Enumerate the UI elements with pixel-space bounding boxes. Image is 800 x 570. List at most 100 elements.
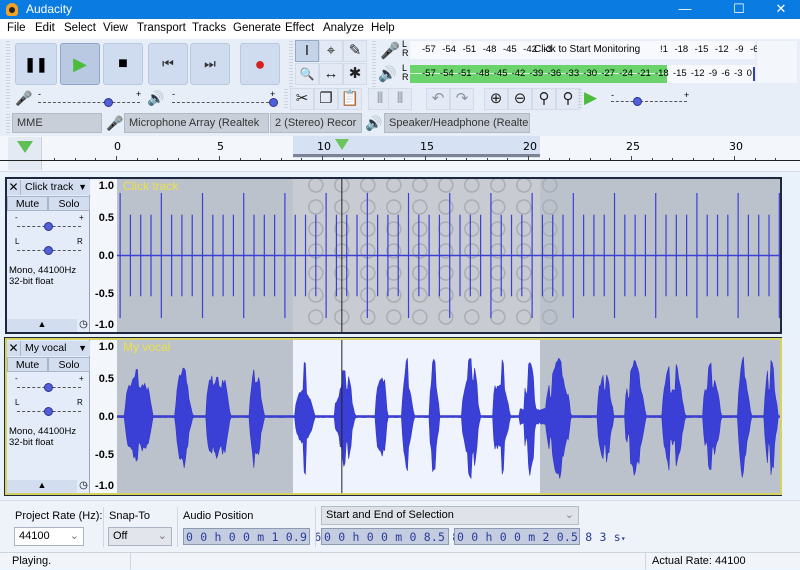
fit-project-button[interactable]: ⚲	[556, 88, 580, 110]
project-rate-label: Project Rate (Hz):	[15, 510, 103, 522]
copy-icon: ❐	[319, 90, 333, 107]
play-icon: ▶	[73, 54, 87, 74]
menu-generate[interactable]: Generate	[233, 22, 281, 34]
collapse-track-button[interactable]: ▲	[7, 319, 77, 332]
record-meter-mic-icon[interactable]: 🎤	[380, 41, 400, 61]
stop-button[interactable]: ■	[103, 43, 143, 85]
gain-knob[interactable]	[44, 222, 53, 231]
track-control-panel: ✕ Click track ▼ Mute Solo - + L R Mono, 4…	[7, 179, 90, 332]
playback-peak-marker	[753, 67, 755, 81]
timeline-ruler[interactable]: 0 5 10 15 20 25 30	[0, 136, 800, 172]
audio-position-field[interactable]: 0 0 h 0 0 m 1 0.9 6 3 s▾	[183, 528, 355, 545]
collapse-track-button[interactable]: ▲	[7, 480, 77, 493]
playback-meter-speaker-icon[interactable]: 🔊	[378, 65, 397, 83]
ruler-tick-label: 0	[114, 140, 121, 153]
undo-button[interactable]: ↶	[426, 88, 450, 110]
menu-view[interactable]: View	[103, 22, 128, 34]
solo-button[interactable]: Solo	[48, 196, 90, 211]
menu-effect[interactable]: Effect	[285, 22, 314, 34]
envelope-tool-button[interactable]: ⌖	[319, 40, 343, 62]
pause-button[interactable]: ❚❚	[15, 43, 57, 85]
record-button[interactable]: ●	[240, 43, 280, 85]
vocal-track-waveform[interactable]: My vocal	[117, 340, 780, 493]
zoom-in-button[interactable]: ⊕	[484, 88, 508, 110]
ruler-tick-label: 10	[317, 140, 331, 153]
toolbar-grip[interactable]	[6, 41, 10, 87]
menu-edit[interactable]: Edit	[35, 22, 55, 34]
chevron-down-icon: ▼	[78, 182, 87, 192]
click-track-waveform[interactable]: Click track	[117, 179, 780, 332]
envelope-icon: ⌖	[326, 42, 336, 59]
paste-button[interactable]: 📋	[338, 88, 362, 110]
play-at-speed-button[interactable]: ▶	[584, 88, 597, 108]
recording-device-select[interactable]: Microphone Array (Realtek	[124, 113, 269, 133]
sync-lock-icon[interactable]: ◷	[77, 480, 90, 493]
selection-mode-select[interactable]: Start and End of Selection ⌄	[321, 506, 579, 525]
zoom-tool-button[interactable]: 🔍	[295, 63, 319, 85]
track-control-panel: ✕ My vocal ▼ Mute Solo - + L R Mono, 4410…	[7, 340, 90, 493]
playhead-marker[interactable]	[334, 139, 349, 150]
menu-transport[interactable]: Transport	[137, 22, 186, 34]
menu-help[interactable]: Help	[371, 22, 395, 34]
toolbar-grip[interactable]	[289, 41, 293, 87]
menu-file[interactable]: File	[7, 22, 26, 34]
zoom-out-button[interactable]: ⊖	[508, 88, 532, 110]
solo-button[interactable]: Solo	[48, 357, 90, 372]
track-close-button[interactable]: ✕	[7, 180, 21, 195]
snap-to-select[interactable]: Off ⌄	[108, 527, 172, 546]
play-button[interactable]: ▶	[60, 43, 100, 85]
cut-button[interactable]: ✂	[290, 88, 314, 110]
playback-volume-slider[interactable]	[172, 102, 274, 103]
track-name-menu[interactable]: My vocal ▼	[21, 341, 90, 356]
toolbar-grip[interactable]	[578, 89, 582, 109]
close-button[interactable]: ✕	[758, 0, 800, 19]
toolbar-grip[interactable]	[372, 41, 376, 87]
recording-channels-select[interactable]: 2 (Stereo) Recor	[270, 113, 362, 133]
time-shift-tool-button[interactable]: ↔	[319, 63, 343, 85]
maximize-button[interactable]: ☐	[716, 0, 762, 19]
selection-start-field[interactable]: 0 0 h 0 0 m 0 8.5 8 3 s▾	[321, 528, 493, 545]
mute-button[interactable]: Mute	[7, 357, 48, 372]
vertical-scrollbar[interactable]	[782, 172, 800, 500]
track-name-menu[interactable]: Click track ▼	[21, 180, 90, 195]
playback-device-select[interactable]: Speaker/Headphone (Realte	[384, 113, 530, 133]
click-track: ✕ Click track ▼ Mute Solo - + L R Mono, 4…	[5, 177, 782, 334]
draw-tool-button[interactable]: ✎	[343, 40, 367, 62]
selection-end-field[interactable]: 0 0 h 0 0 m 2 0.5 8 3 s▾	[454, 528, 626, 545]
play-speed-slider[interactable]	[611, 101, 687, 102]
audio-host-select[interactable]: MME	[12, 113, 102, 133]
playback-meter[interactable]: -57 -54 -51 -48 -45 -42 -39 -36 -33 -30 -27 -24 -21-…	[410, 65, 755, 83]
menu-analyze[interactable]: Analyze	[323, 22, 364, 34]
ruler-tick-label: 15	[420, 140, 434, 153]
skip-to-start-button[interactable]: ⏮	[148, 43, 188, 85]
pan-knob[interactable]	[44, 407, 53, 416]
copy-button[interactable]: ❐	[314, 88, 338, 110]
project-rate-select[interactable]: 44100 ⌄	[14, 527, 84, 546]
mute-button[interactable]: Mute	[7, 196, 48, 211]
toolbar-grip[interactable]	[6, 114, 10, 134]
skip-to-end-button[interactable]: ⏭	[190, 43, 230, 85]
sync-lock-icon[interactable]: ◷	[77, 319, 90, 332]
record-volume-slider[interactable]	[38, 102, 140, 103]
meter-scale-label: -36	[547, 68, 562, 79]
meter-scale-label: -24	[619, 68, 633, 79]
silence-button[interactable]: ⦀	[388, 88, 412, 110]
minimize-button[interactable]: —	[662, 0, 708, 19]
play-speed-knob[interactable]	[632, 97, 642, 106]
gain-knob[interactable]	[44, 383, 53, 392]
toolbar-grip[interactable]	[284, 89, 288, 109]
skip-to-start-icon: ⏮	[162, 56, 174, 71]
multi-tool-button[interactable]: ✱	[343, 63, 367, 85]
record-meter[interactable]: -57 -54 -51 -48 -45 -42 -3 Click to Start Moni…	[410, 41, 785, 59]
fit-selection-button[interactable]: ⚲	[532, 88, 556, 110]
playback-volume-knob[interactable]	[269, 98, 278, 107]
menu-select[interactable]: Select	[64, 22, 96, 34]
pan-knob[interactable]	[44, 246, 53, 255]
redo-button[interactable]: ↷	[450, 88, 474, 110]
track-close-button[interactable]: ✕	[7, 341, 21, 356]
menu-tracks[interactable]: Tracks	[192, 22, 226, 34]
toolbar-grip[interactable]	[6, 89, 10, 109]
selection-tool-button[interactable]: I	[295, 40, 319, 62]
record-volume-knob[interactable]	[104, 98, 114, 107]
toolbar-area: ❚❚ ▶ ■ ⏮ ⏭ ● I ⌖ ✎ 🔍 ↔ ✱ 🎤 🔊 LR LR -57 -5…	[0, 39, 800, 136]
